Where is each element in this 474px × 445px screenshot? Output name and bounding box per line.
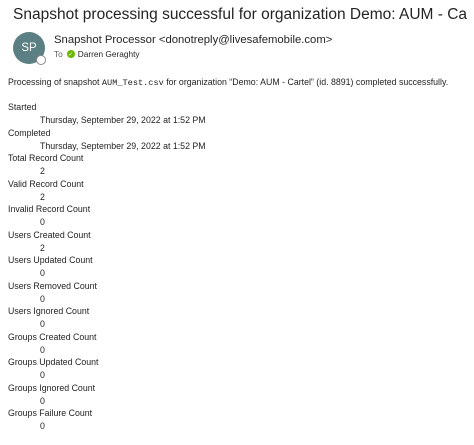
field-value: 2 [40, 242, 45, 253]
result-field: Users Updated Count 0 [8, 254, 468, 280]
result-field: Total Record Count 2 [8, 152, 468, 178]
result-field: Users Ignored Count 0 [8, 305, 468, 331]
field-value: 0 [40, 268, 45, 278]
email-subject: Snapshot processing successful for organ… [13, 6, 468, 23]
result-field: Valid Record Count 2 [8, 178, 468, 204]
recipient-name[interactable]: Darren Geraghty [78, 49, 140, 59]
to-label: To [54, 49, 63, 59]
field-label: Groups Updated Count [8, 357, 99, 367]
email-header: SP Snapshot Processor <donotreply@livesa… [13, 32, 468, 65]
field-value: Thursday, September 29, 2022 at 1:52 PM [40, 140, 206, 151]
field-value: 0 [40, 370, 45, 380]
result-field: Groups Failure Count 0 [8, 407, 468, 433]
result-field: Groups Updated Count 0 [8, 356, 468, 382]
field-label: Users Updated Count [8, 255, 93, 265]
field-value: Thursday, September 29, 2022 at 1:52 PM [40, 115, 206, 125]
available-check-icon: ✓ [66, 50, 75, 58]
field-label: Users Created Count [8, 229, 91, 240]
field-label: Groups Failure Count [8, 408, 93, 418]
file-name: AUM_Test.csv [101, 78, 164, 88]
field-label: Users Ignored Count [8, 306, 90, 316]
intro-text: Processing of snapshot AUM_Test.csv for … [8, 76, 470, 88]
result-field: Started Thursday, September 29, 2022 at 1… [8, 101, 468, 127]
field-value: 0 [40, 395, 45, 406]
result-field: Groups Created Count 0 [8, 331, 468, 357]
field-value: 0 [40, 217, 45, 227]
result-field: Completed Thursday, September 29, 2022 at… [8, 127, 468, 153]
field-value: 2 [40, 166, 45, 176]
intro-suffix: for organization “Demo: AUM - Cartel” (i… [163, 77, 449, 87]
field-value: 0 [40, 344, 45, 355]
field-label: Groups Ignored Count [8, 382, 96, 393]
sender-name[interactable]: Snapshot Processor <donotreply@livesafem… [54, 34, 332, 46]
result-field: Invalid Record Count 0 [8, 203, 468, 229]
field-label: Completed [8, 127, 51, 138]
intro-prefix: Processing of snapshot [8, 77, 102, 87]
field-value: 2 [40, 191, 45, 202]
avatar-initials: SP [21, 42, 37, 54]
field-label: Total Record Count [8, 153, 84, 163]
result-field: Users Removed Count 0 [8, 280, 468, 306]
field-label: Invalid Record Count [8, 204, 91, 214]
result-fields: Started Thursday, September 29, 2022 at 1… [8, 101, 468, 433]
field-value: 0 [40, 421, 45, 431]
presence-status-icon [36, 55, 46, 65]
field-label: Users Removed Count [8, 280, 97, 291]
email-body: Processing of snapshot AUM_Test.csv for … [8, 76, 470, 88]
result-field: Groups Ignored Count 0 [8, 382, 468, 408]
result-field: Users Created Count 2 [8, 229, 468, 255]
field-label: Started [8, 102, 37, 112]
field-label: Valid Record Count [8, 178, 84, 189]
field-value: 0 [40, 319, 45, 329]
field-value: 0 [40, 293, 45, 304]
recipient-line: To ✓ Darren Geraghty [54, 49, 140, 59]
field-label: Groups Created Count [8, 331, 97, 342]
